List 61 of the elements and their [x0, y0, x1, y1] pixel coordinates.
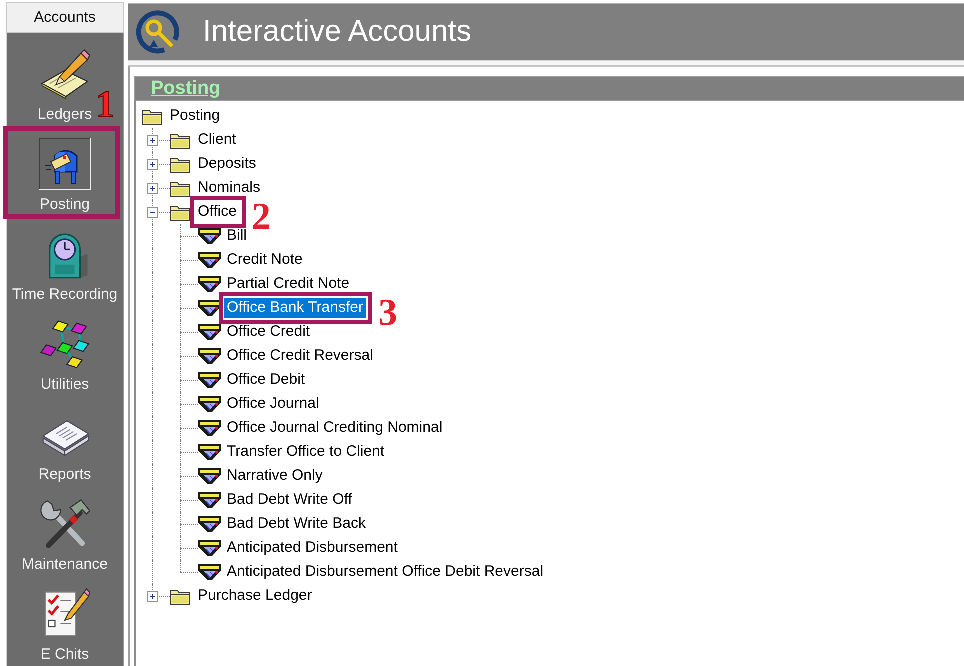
folder-icon: [142, 108, 162, 124]
envelope-icon: [198, 563, 222, 581]
folder-icon: [170, 204, 190, 220]
accounts-header[interactable]: Accounts: [6, 2, 124, 33]
envelope-icon: [198, 299, 222, 317]
expand-icon[interactable]: [147, 134, 158, 146]
tree-item[interactable]: Deposits: [195, 154, 260, 174]
sidebar-item[interactable]: Maintenance: [7, 485, 123, 575]
tree-item[interactable]: Office Journal Crediting Nominal: [224, 418, 446, 438]
tree-item[interactable]: Anticipated Disbursement: [224, 538, 401, 558]
envelope-icon: [198, 443, 222, 461]
envelope-icon: [198, 395, 222, 413]
ring-logo-icon: [135, 9, 181, 55]
folder-icon: [170, 588, 190, 604]
tree-item[interactable]: Posting: [167, 106, 224, 126]
tree-item[interactable]: Bad Debt Write Back: [224, 514, 369, 534]
envelope-icon: [198, 323, 222, 341]
folder-icon: [170, 132, 190, 148]
tree-item[interactable]: Office Credit: [224, 322, 314, 342]
envelope-icon: [198, 515, 222, 533]
section-title: Posting: [151, 78, 221, 100]
tree-item[interactable]: Transfer Office to Client: [224, 442, 388, 462]
tree-item[interactable]: Nominals: [195, 178, 264, 198]
envelope-icon: [198, 491, 222, 509]
tree-item[interactable]: Partial Credit Note: [224, 274, 353, 294]
tree-item[interactable]: Credit Note: [224, 250, 306, 270]
envelope-icon: [198, 371, 222, 389]
expand-icon[interactable]: [147, 182, 158, 194]
collapse-icon[interactable]: [147, 206, 158, 218]
sidebar-item[interactable]: Utilities: [7, 305, 123, 395]
envelope-icon: [198, 539, 222, 557]
envelope-icon: [198, 419, 222, 437]
tree-item[interactable]: Office Bank Transfer: [224, 298, 366, 318]
step-number: 3: [378, 294, 398, 332]
tree-item[interactable]: Office: [195, 202, 240, 222]
sidebar-item[interactable]: E Chits: [7, 575, 123, 665]
envelope-icon: [198, 275, 222, 293]
tree-item[interactable]: Bill: [224, 226, 250, 246]
envelope-icon: [198, 251, 222, 269]
sidebar-item[interactable]: Posting: [7, 125, 123, 215]
tree-item[interactable]: Narrative Only: [224, 466, 326, 486]
tree-item[interactable]: Office Credit Reversal: [224, 346, 376, 366]
tree-item[interactable]: Office Journal: [224, 394, 322, 414]
highlight-frame: [190, 196, 246, 228]
tree-item[interactable]: Client: [195, 130, 240, 150]
tree-item[interactable]: Office Debit: [224, 370, 308, 390]
folder-icon: [170, 156, 190, 172]
folder-icon: [170, 180, 190, 196]
envelope-icon: [198, 347, 222, 365]
step-number: 1: [96, 86, 115, 124]
envelope-icon: [198, 227, 222, 245]
sidebar-item[interactable]: Reports: [7, 395, 123, 485]
app-title: Interactive Accounts: [203, 15, 472, 49]
expand-icon[interactable]: [147, 590, 158, 602]
tree-item[interactable]: Purchase Ledger: [195, 586, 316, 606]
expand-icon[interactable]: [147, 158, 158, 170]
tree-item[interactable]: Bad Debt Write Off: [224, 490, 356, 510]
envelope-icon: [198, 467, 222, 485]
sidebar-item[interactable]: Time Recording: [7, 215, 123, 305]
step-number: 2: [252, 198, 271, 236]
tree-item[interactable]: Anticipated Disbursement Office Debit Reversal: [224, 562, 547, 582]
